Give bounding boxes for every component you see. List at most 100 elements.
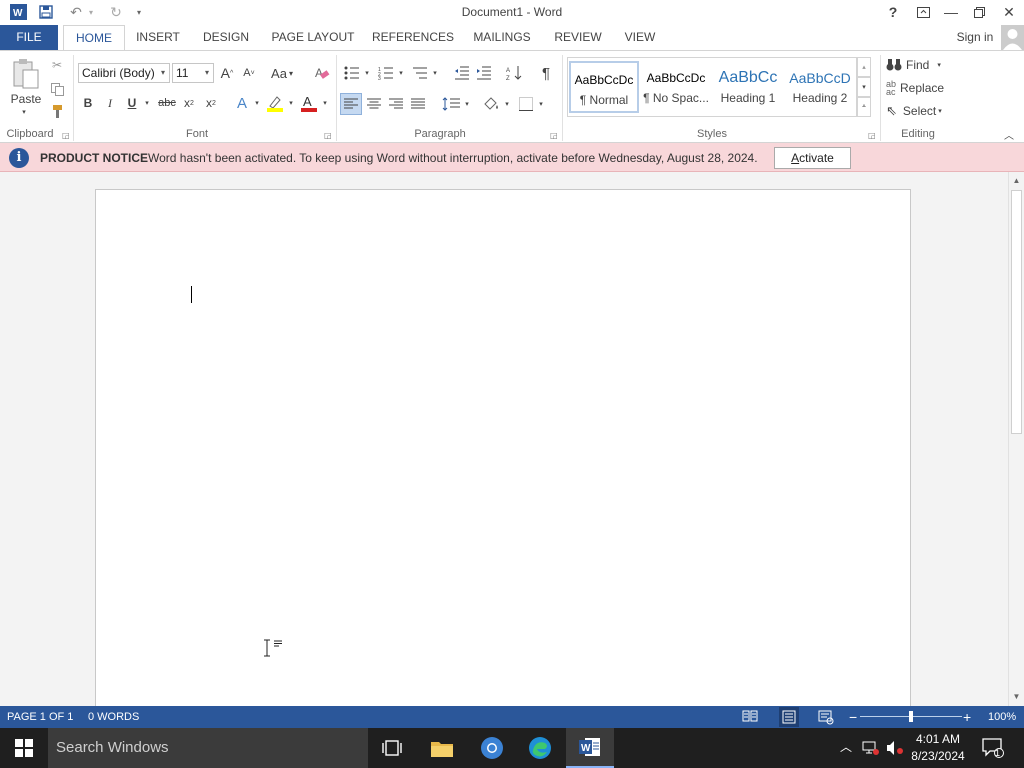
close-icon[interactable]: ✕ [994,0,1024,24]
paragraph-launcher-icon[interactable]: ◲ [550,131,558,140]
web-layout-icon[interactable] [818,709,834,725]
justify-button[interactable] [408,93,428,115]
style-normal[interactable]: AaBbCcDc ¶ Normal [569,61,639,113]
paste-dropdown-icon[interactable]: ▾ [18,107,30,117]
scroll-thumb[interactable] [1011,190,1022,434]
vertical-scrollbar[interactable]: ▲ ▼ [1008,172,1024,706]
tab-review[interactable]: REVIEW [550,25,606,50]
highlight-icon[interactable] [264,93,286,113]
bullets-dropdown-icon[interactable]: ▾ [362,63,372,83]
chevron-up-icon[interactable]: ︿ [840,738,852,755]
zoom-out-icon[interactable]: − [849,709,857,725]
bold-button[interactable]: B [80,93,96,113]
clear-formatting-icon[interactable]: A [312,63,332,83]
align-left-button[interactable] [340,93,362,115]
tab-design[interactable]: DESIGN [198,25,254,50]
format-painter-icon[interactable] [48,103,66,119]
tab-file[interactable]: FILE [0,25,58,50]
read-mode-icon[interactable] [742,709,758,725]
style-heading-1[interactable]: AaBbCc Heading 1 [713,61,783,113]
volume-muted-icon[interactable] [886,740,904,759]
multilevel-dropdown-icon[interactable]: ▾ [430,63,440,83]
edge-icon[interactable] [516,728,564,768]
font-color-dropdown-icon[interactable]: ▾ [320,93,330,113]
font-family-select[interactable]: Calibri (Body) ▾ [78,63,170,83]
text-effects-icon[interactable]: A [232,93,252,113]
superscript-button[interactable]: x2 [202,93,220,113]
font-color-icon[interactable]: A [298,93,320,113]
align-center-button[interactable] [364,93,384,115]
font-launcher-icon[interactable]: ◲ [324,131,332,140]
styles-more-icon[interactable]: ⩡ [857,97,871,117]
tab-home[interactable]: HOME [63,25,125,51]
italic-button[interactable]: I [102,93,118,113]
numbering-dropdown-icon[interactable]: ▾ [396,63,406,83]
print-layout-icon[interactable] [779,707,799,727]
scroll-down-icon[interactable]: ▼ [1009,690,1024,704]
styles-scroll-up-icon[interactable]: ▴ [857,57,871,77]
file-explorer-icon[interactable] [418,728,466,768]
style-no-spacing[interactable]: AaBbCcDc ¶ No Spac... [641,61,711,113]
increase-indent-icon[interactable] [474,63,494,83]
word-count[interactable]: 0 WORDS [88,711,139,723]
tab-view[interactable]: VIEW [620,25,660,50]
numbering-icon[interactable]: 123 [376,63,396,83]
strikethrough-button[interactable]: abc [156,93,178,113]
help-icon[interactable]: ? [878,0,908,24]
chrome-icon[interactable] [468,728,516,768]
zoom-in-icon[interactable]: + [963,709,971,725]
grow-font-icon[interactable]: A ^ [218,63,236,83]
replace-button[interactable]: ab ac Replace [886,78,956,98]
line-spacing-icon[interactable] [440,93,462,115]
change-case-icon[interactable]: Aa ▾ [268,63,296,83]
bullets-icon[interactable] [342,63,362,83]
text-effects-dropdown-icon[interactable]: ▾ [252,93,262,113]
shading-dropdown-icon[interactable]: ▾ [502,93,512,115]
ribbon-display-icon[interactable] [908,0,938,24]
collapse-ribbon-icon[interactable]: ︿ [1002,127,1016,142]
align-right-button[interactable] [386,93,406,115]
style-heading-2[interactable]: AaBbCcD Heading 2 [785,61,855,113]
shading-icon[interactable] [480,93,502,115]
tab-mailings[interactable]: MAILINGS [468,25,536,50]
document-page[interactable] [95,189,911,729]
restore-icon[interactable] [964,0,994,24]
decrease-indent-icon[interactable] [452,63,472,83]
clock-date[interactable]: 8/23/2024 [908,749,968,763]
sign-in-link[interactable]: Sign in [952,25,998,50]
paste-icon[interactable] [10,57,42,91]
cut-icon[interactable]: ✂ [48,57,66,73]
select-button[interactable]: ⇖ Select ▾ [886,101,956,121]
zoom-slider-thumb[interactable] [909,711,913,722]
scroll-up-icon[interactable]: ▲ [1009,174,1024,188]
clock-time[interactable]: 4:01 AM [912,732,964,746]
notification-center-icon[interactable] [982,738,1004,761]
highlight-dropdown-icon[interactable]: ▾ [286,93,296,113]
tab-references[interactable]: REFERENCES [372,25,454,50]
paste-button[interactable]: Paste [8,91,44,107]
clipboard-launcher-icon[interactable]: ◲ [62,131,70,140]
multilevel-list-icon[interactable] [410,63,430,83]
find-button[interactable]: Find ▾ [886,55,956,75]
shrink-font-icon[interactable]: A ˅ [240,63,258,83]
borders-dropdown-icon[interactable]: ▾ [536,93,546,115]
avatar[interactable] [1001,25,1024,50]
zoom-level[interactable]: 100% [988,711,1016,723]
underline-button[interactable]: U [124,93,140,113]
sort-icon[interactable]: AZ [504,63,524,83]
network-icon[interactable] [862,740,880,759]
copy-icon[interactable] [48,81,66,97]
minimize-icon[interactable]: — [936,0,966,24]
word-taskbar-icon[interactable]: W [566,728,614,768]
activate-button[interactable]: Activate [774,147,851,169]
line-spacing-dropdown-icon[interactable]: ▾ [462,93,472,115]
start-icon[interactable] [0,728,48,768]
underline-dropdown-icon[interactable]: ▾ [142,93,152,113]
styles-scroll-down-icon[interactable]: ▾ [857,77,871,97]
tab-page-layout[interactable]: PAGE LAYOUT [268,25,358,50]
taskbar-search-input[interactable]: Search Windows [48,728,368,768]
show-paragraph-marks-icon[interactable]: ¶ [536,63,556,83]
font-size-select[interactable]: 11 ▾ [172,63,214,83]
subscript-button[interactable]: x2 [180,93,198,113]
page-count[interactable]: PAGE 1 OF 1 [7,711,73,723]
